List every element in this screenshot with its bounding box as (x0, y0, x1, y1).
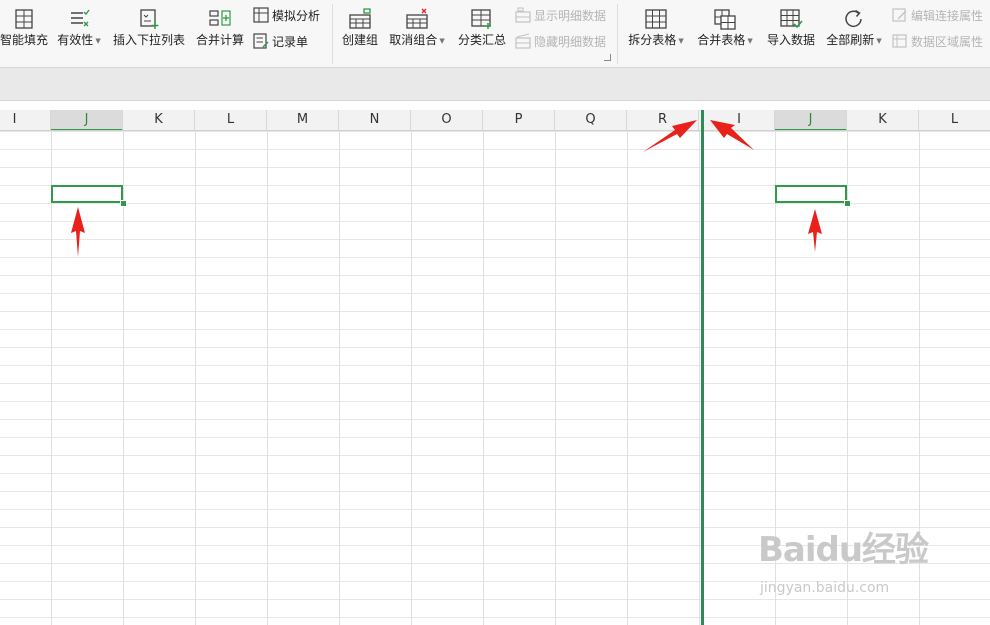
baidu-jingyan-watermark: Baidu经验 jingyan.baidu.com (758, 522, 929, 596)
annotation-arrow (71, 207, 85, 257)
watermark-url: jingyan.baidu.com (760, 580, 890, 596)
annotation-arrow (643, 120, 697, 152)
annotation-arrow (808, 209, 822, 252)
annotation-arrow (710, 120, 754, 150)
watermark-logo: Baidu经验 (758, 530, 929, 570)
